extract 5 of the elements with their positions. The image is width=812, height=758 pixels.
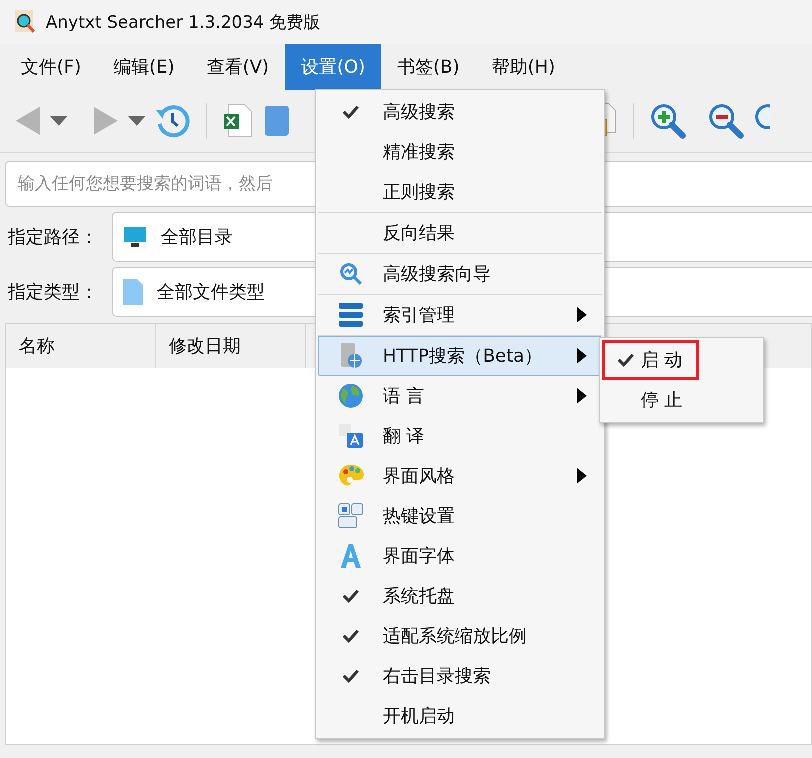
filter-value: 全部目录 (161, 226, 233, 249)
window-title: Anytxt Searcher 1.3.2034 免费版 (46, 12, 321, 34)
filter-value: 全部文件类型 (157, 281, 265, 304)
filter-label: 指定路径： (8, 226, 99, 249)
filter-label: 指定类型： (8, 281, 99, 304)
